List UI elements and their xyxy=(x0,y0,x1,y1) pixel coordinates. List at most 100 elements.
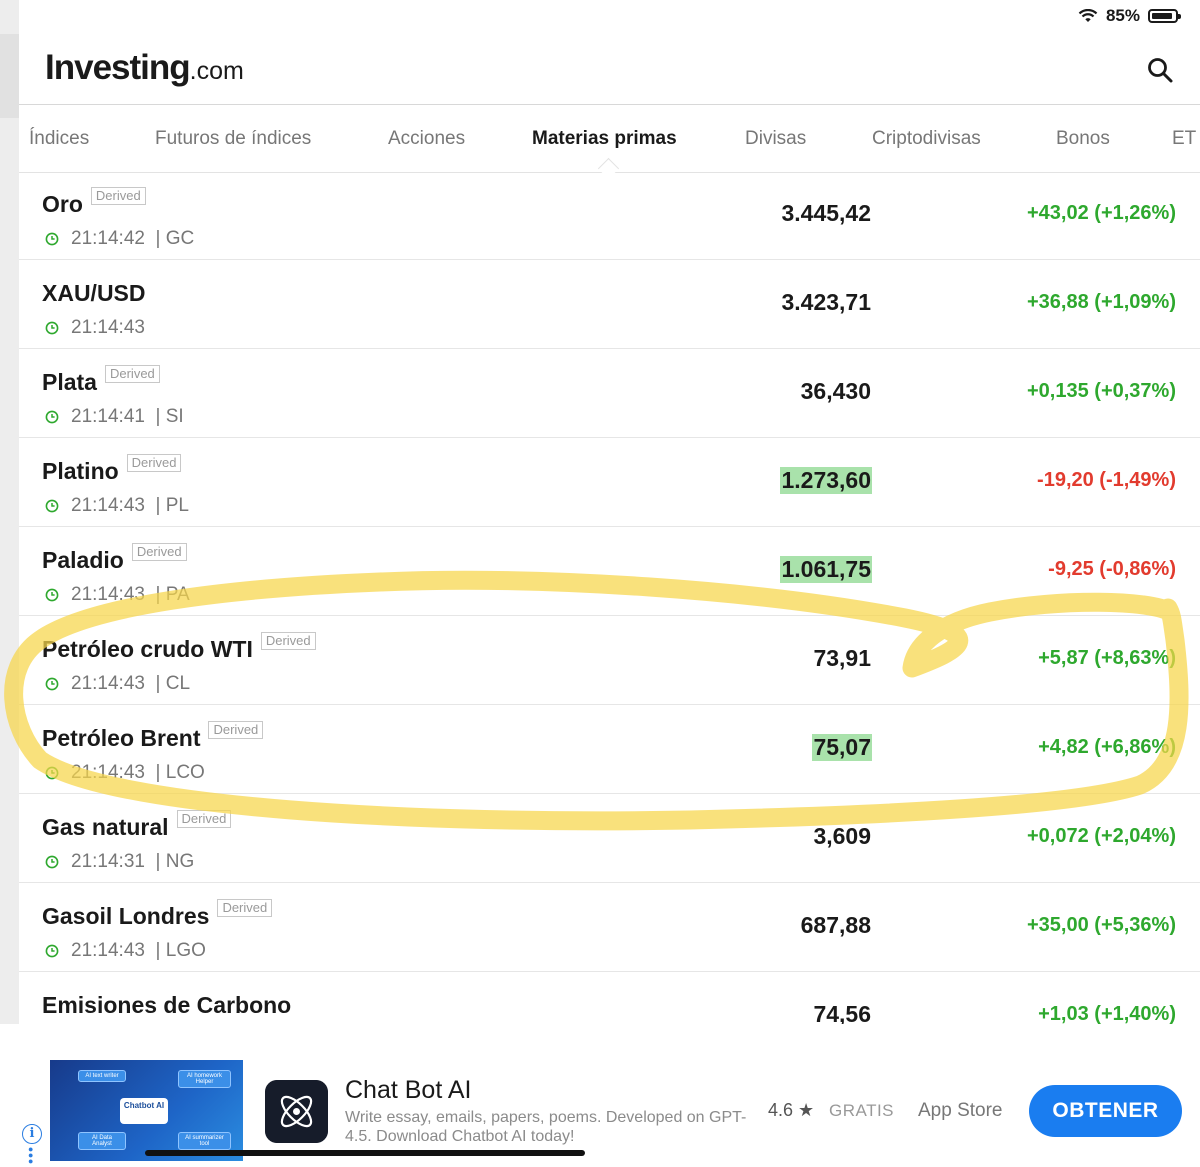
tab-et[interactable]: ET xyxy=(1172,128,1196,150)
commodity-row[interactable]: Petróleo Brent Derived 21:14:43 | LCO 75,07… xyxy=(19,705,1200,794)
commodity-row[interactable]: XAU/USD 21:14:43 3.423,71 +36,88 (+1,09%) xyxy=(19,260,1200,349)
commodity-name-text: Emisiones de Carbono xyxy=(42,992,292,1018)
update-time: 21:14:42 xyxy=(71,228,145,249)
commodity-row[interactable]: Paladio Derived 21:14:43 | PA 1.061,75 -9,25… xyxy=(19,527,1200,616)
tab-materias-primas[interactable]: Materias primas xyxy=(532,128,677,150)
ad-node-text-writer: AI text writer xyxy=(78,1070,126,1082)
wifi-icon xyxy=(1078,9,1098,22)
commodity-name: Petróleo Brent Derived xyxy=(42,721,264,752)
logo-suffix: .com xyxy=(189,57,244,85)
ad-options-icon[interactable]: ● ● ● xyxy=(28,1145,33,1166)
derived-badge: Derived xyxy=(260,632,316,650)
commodity-meta: 21:14:43 | PA xyxy=(45,584,190,606)
derived-badge: Derived xyxy=(104,365,160,383)
commodity-row[interactable]: Gas natural Derived 21:14:31 | NG 3,609 +0,0… xyxy=(19,794,1200,883)
chatbot-app-icon[interactable] xyxy=(265,1080,328,1143)
commodity-name: Platino Derived xyxy=(42,454,182,485)
commodity-meta: 21:14:42 | GC xyxy=(45,228,194,250)
commodity-name: XAU/USD xyxy=(42,280,146,307)
investing-logo[interactable]: Investing.com xyxy=(45,48,244,88)
tab-criptodivisas[interactable]: Criptodivisas xyxy=(872,128,981,150)
commodity-change: +0,135 (+0,37%) xyxy=(1027,380,1176,402)
commodity-name: Gasoil Londres Derived xyxy=(42,899,273,930)
derived-badge: Derived xyxy=(90,187,146,205)
ad-node-summarizer: AI summarizer tool xyxy=(178,1132,231,1150)
update-time: 21:14:43 xyxy=(71,673,145,694)
search-icon[interactable] xyxy=(1146,56,1174,84)
tab-índices[interactable]: Índices xyxy=(29,128,89,150)
battery-percent: 85% xyxy=(1105,6,1140,25)
meta-separator: | xyxy=(144,584,166,605)
clock-icon xyxy=(45,499,59,513)
get-app-button[interactable]: OBTENER xyxy=(1029,1085,1182,1137)
commodities-list: Oro Derived 21:14:42 | GC 3.445,42 +43,02 (+… xyxy=(19,171,1200,1061)
ticker-code: SI xyxy=(165,406,184,427)
meta-separator: | xyxy=(144,406,166,427)
commodity-name-text: XAU/USD xyxy=(42,280,146,306)
meta-separator: | xyxy=(144,762,166,783)
commodity-change: +4,82 (+6,86%) xyxy=(1038,736,1176,758)
side-panel-strip-top xyxy=(0,34,19,118)
tab-divisas[interactable]: Divisas xyxy=(745,128,806,150)
update-time: 21:14:43 xyxy=(71,584,145,605)
ad-price: GRATIS xyxy=(829,1101,895,1120)
commodity-row[interactable]: Oro Derived 21:14:42 | GC 3.445,42 +43,02 (+… xyxy=(19,171,1200,260)
status-bar: 85% xyxy=(19,0,1200,34)
commodity-name: Paladio Derived xyxy=(42,543,187,574)
commodity-row[interactable]: Petróleo crudo WTI Derived 21:14:43 | CL 73… xyxy=(19,616,1200,705)
commodity-name-text: Gas natural xyxy=(42,814,169,840)
ad-info-icon[interactable]: i xyxy=(22,1124,42,1144)
tab-futuros-de-índices[interactable]: Futuros de índices xyxy=(155,128,311,150)
battery-icon xyxy=(1148,9,1181,23)
app-header: Investing.com xyxy=(19,34,1200,105)
commodity-price: 36,430 xyxy=(800,378,871,404)
clock-icon xyxy=(45,944,59,958)
commodity-meta: 21:14:43 xyxy=(45,317,145,339)
commodity-row[interactable]: Gasoil Londres Derived 21:14:43 | LGO 687,8… xyxy=(19,883,1200,972)
tab-acciones[interactable]: Acciones xyxy=(388,128,465,150)
commodity-change: +35,00 (+5,36%) xyxy=(1027,914,1176,936)
derived-badge: Derived xyxy=(208,721,264,739)
commodity-change: +43,02 (+1,26%) xyxy=(1027,202,1176,224)
logo-main: Investing xyxy=(45,48,191,87)
status-right: 85% xyxy=(1078,6,1181,26)
clock-icon xyxy=(45,766,59,780)
meta-separator: | xyxy=(144,940,166,961)
update-time: 21:14:43 xyxy=(71,940,145,961)
commodity-name: Emisiones de Carbono xyxy=(42,992,291,1019)
commodity-meta: 21:14:43 | PL xyxy=(45,495,189,517)
commodity-name: Oro Derived xyxy=(42,187,146,218)
ad-banner-core: Chatbot AI xyxy=(120,1098,168,1124)
commodity-price: 3.445,42 xyxy=(781,200,871,226)
ad-node-data-analyst: AI Data Analyst xyxy=(78,1132,126,1150)
commodity-row[interactable]: Platino Derived 21:14:43 | PL 1.273,60 -19,2… xyxy=(19,438,1200,527)
ad-banner-image[interactable]: AI text writer AI homework Helper AI Dat… xyxy=(50,1060,243,1161)
clock-icon xyxy=(45,232,59,246)
clock-icon xyxy=(45,588,59,602)
commodity-name-text: Paladio xyxy=(42,547,124,573)
commodity-change: -19,20 (-1,49%) xyxy=(1037,469,1176,491)
clock-icon xyxy=(45,410,59,424)
derived-badge: Derived xyxy=(131,543,187,561)
clock-icon xyxy=(45,321,59,335)
update-time: 21:14:41 xyxy=(71,406,145,427)
ad-store: App Store xyxy=(918,1100,1003,1121)
meta-separator: | xyxy=(144,228,166,249)
commodity-change: +5,87 (+8,63%) xyxy=(1038,647,1176,669)
ticker-code: LGO xyxy=(165,940,206,961)
home-indicator[interactable] xyxy=(145,1150,585,1156)
meta-separator: | xyxy=(144,673,166,694)
commodity-row[interactable]: Plata Derived 21:14:41 | SI 36,430 +0,135 (+… xyxy=(19,349,1200,438)
ad-node-homework: AI homework Helper xyxy=(178,1070,231,1088)
update-time: 21:14:43 xyxy=(71,762,145,783)
commodity-price: 3,609 xyxy=(813,823,871,849)
tab-bonos[interactable]: Bonos xyxy=(1056,128,1110,150)
commodity-name: Gas natural Derived xyxy=(42,810,232,841)
commodity-change: +0,072 (+2,04%) xyxy=(1027,825,1176,847)
ad-app-title[interactable]: Chat Bot AI xyxy=(345,1076,471,1105)
commodity-name: Plata Derived xyxy=(42,365,160,396)
commodity-price: 687,88 xyxy=(800,912,871,938)
commodity-meta: 21:14:31 | NG xyxy=(45,851,194,873)
ticker-code: GC xyxy=(165,228,195,249)
ticker-code: PL xyxy=(165,495,189,516)
